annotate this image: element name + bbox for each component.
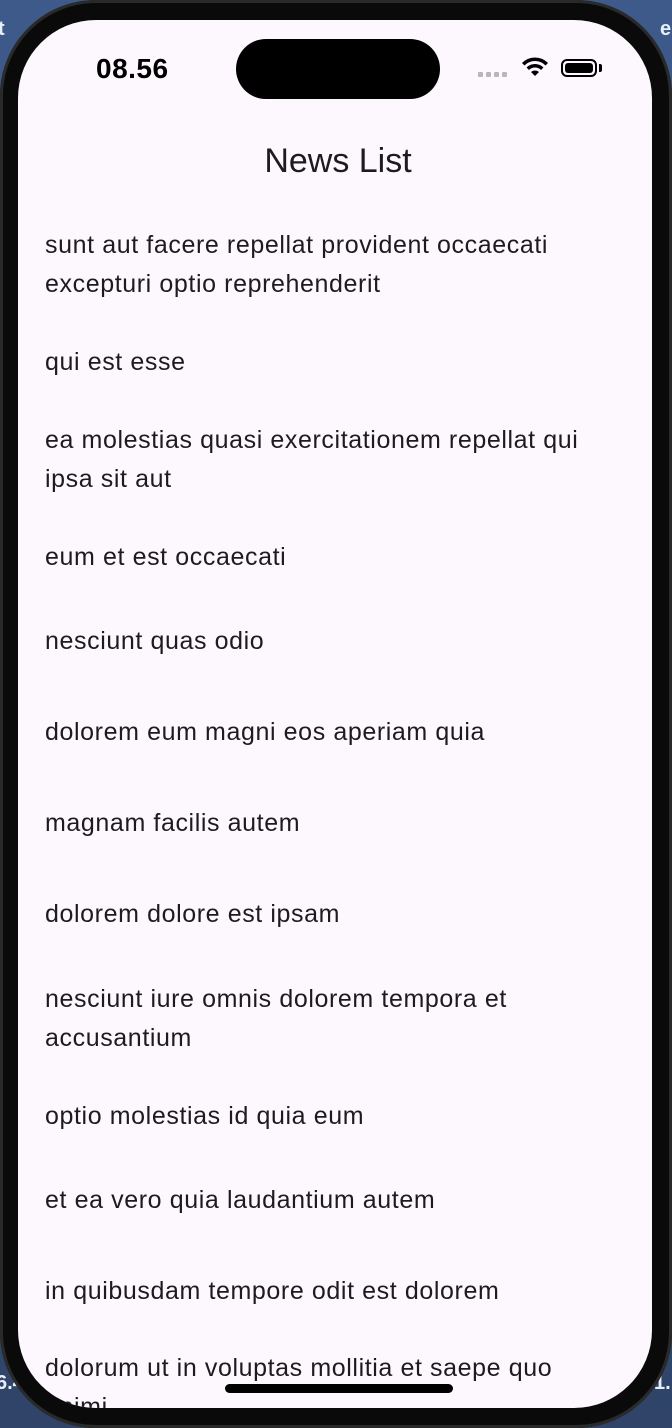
list-item[interactable]: qui est esse bbox=[18, 323, 652, 401]
list-item[interactable]: nesciunt iure omnis dolorem tempora et a… bbox=[18, 960, 652, 1077]
dynamic-island bbox=[236, 39, 440, 99]
home-indicator[interactable] bbox=[225, 1384, 453, 1393]
cellular-signal-icon bbox=[478, 72, 507, 77]
list-item[interactable]: eum et est occaecati bbox=[18, 518, 652, 596]
list-item[interactable]: nesciunt quas odio bbox=[18, 596, 652, 687]
phone-frame: 08.56 News List sunt aut facere repellat… bbox=[0, 0, 672, 1428]
list-item[interactable]: optio molestias id quia eum bbox=[18, 1077, 652, 1155]
battery-icon bbox=[561, 59, 597, 77]
desktop-background: t 6.4 e 1... 08.56 News List sun bbox=[0, 0, 672, 1428]
list-item[interactable]: et ea vero quia laudantium autem bbox=[18, 1155, 652, 1246]
desktop-edge-label: e bbox=[660, 18, 672, 40]
list-item[interactable]: magnam facilis autem bbox=[18, 778, 652, 869]
list-item[interactable]: dolorum ut in voluptas mollitia et saepe… bbox=[18, 1337, 652, 1408]
list-item[interactable]: ea molestias quasi exercitationem repell… bbox=[18, 401, 652, 518]
page-title: News List bbox=[264, 142, 412, 180]
news-list[interactable]: sunt aut facere repellat provident occae… bbox=[18, 206, 652, 1409]
list-item[interactable]: dolorem eum magni eos aperiam quia bbox=[18, 687, 652, 778]
list-item[interactable]: dolorem dolore est ipsam bbox=[18, 869, 652, 960]
status-time: 08.56 bbox=[96, 53, 169, 84]
battery-cap-icon bbox=[599, 64, 602, 72]
status-bar: 08.56 bbox=[18, 20, 652, 120]
wifi-icon bbox=[522, 57, 548, 76]
phone-screen: 08.56 News List sunt aut facere repellat… bbox=[18, 20, 652, 1408]
list-item[interactable]: sunt aut facere repellat provident occae… bbox=[18, 206, 652, 323]
list-item[interactable]: in quibusdam tempore odit est dolorem bbox=[18, 1246, 652, 1337]
desktop-edge-label: t bbox=[0, 18, 5, 40]
